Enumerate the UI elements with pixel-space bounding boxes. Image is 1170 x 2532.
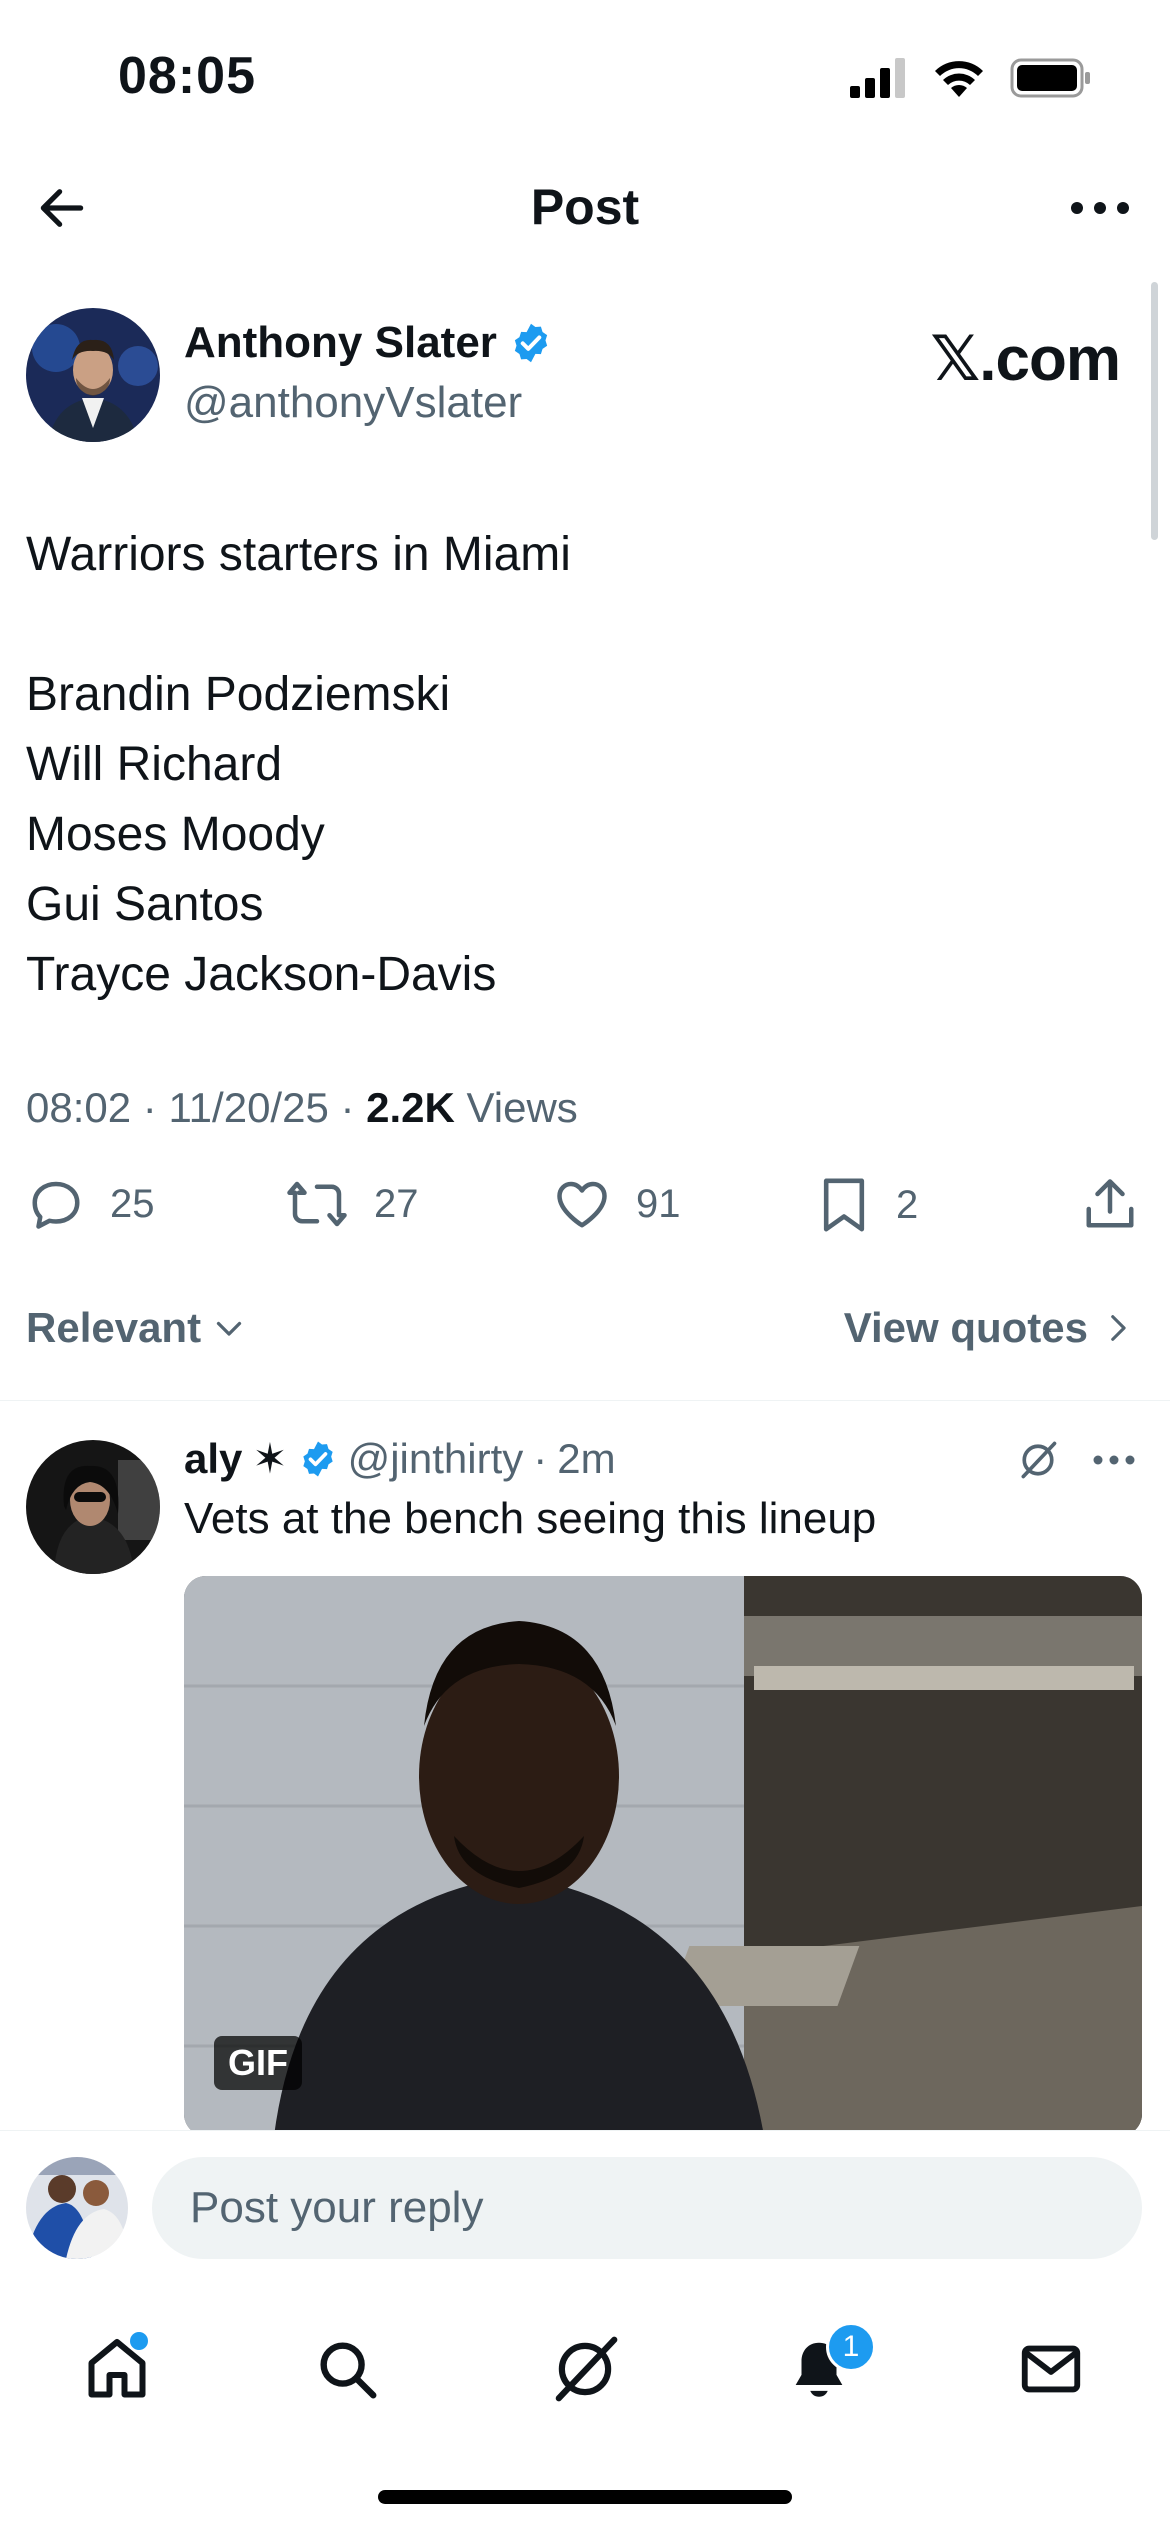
bottom-tab-bar: 1 bbox=[0, 2300, 1170, 2470]
verified-badge-icon bbox=[302, 1441, 333, 1476]
tab-messages[interactable] bbox=[1006, 2324, 1096, 2414]
author-handle[interactable]: @anthonyVslater bbox=[184, 378, 522, 428]
reply-more-button[interactable] bbox=[1086, 1432, 1142, 1488]
new-content-dot bbox=[130, 2332, 148, 2350]
reply-button[interactable]: 25 bbox=[26, 1174, 155, 1234]
top-navigation: Post bbox=[0, 160, 1170, 250]
reply-composer bbox=[0, 2130, 1170, 2300]
reply-count: 25 bbox=[110, 1181, 155, 1226]
grok-icon bbox=[555, 2336, 618, 2402]
author-avatar-image bbox=[26, 308, 160, 442]
home-indicator[interactable] bbox=[378, 2490, 792, 2504]
source-brand: 𝕏.com bbox=[930, 325, 1121, 394]
reply-separator: · bbox=[533, 1434, 548, 1482]
gif-image bbox=[184, 1576, 1142, 2136]
post-date: 11/20/25 bbox=[168, 1084, 329, 1131]
tab-search[interactable] bbox=[302, 2324, 392, 2414]
grok-icon bbox=[1021, 1441, 1057, 1479]
repost-count: 27 bbox=[374, 1181, 419, 1226]
mail-icon bbox=[1021, 2345, 1081, 2393]
gif-badge: GIF bbox=[214, 2036, 302, 2090]
repost-button[interactable]: 27 bbox=[284, 1174, 419, 1234]
post-text-line: Moses Moody bbox=[26, 808, 325, 861]
repost-icon bbox=[287, 1181, 347, 1227]
more-horizontal-icon bbox=[1071, 202, 1129, 214]
reply-author-avatar[interactable] bbox=[26, 1440, 160, 1574]
reply-input[interactable] bbox=[152, 2157, 1142, 2259]
post-text-line: Will Richard bbox=[26, 738, 283, 791]
reply-avatar-image bbox=[26, 1440, 160, 1574]
battery-icon bbox=[1010, 58, 1090, 98]
like-count: 91 bbox=[636, 1181, 681, 1226]
reply-text: Vets at the bench seeing this lineup bbox=[184, 1494, 877, 1543]
view-quotes-label: View quotes bbox=[843, 1304, 1088, 1351]
tab-home[interactable] bbox=[72, 2324, 162, 2414]
current-user-avatar[interactable] bbox=[26, 2157, 128, 2259]
post-time: 08:02 bbox=[26, 1084, 132, 1131]
reply-icon bbox=[32, 1181, 80, 1229]
post-text-line: Trayce Jackson-Davis bbox=[26, 948, 497, 1001]
meta-separator: · bbox=[340, 1084, 367, 1131]
like-button[interactable]: 91 bbox=[552, 1174, 681, 1234]
bookmark-count: 2 bbox=[896, 1182, 919, 1227]
chevron-right-icon bbox=[1111, 1315, 1126, 1341]
more-options-button[interactable] bbox=[1060, 174, 1140, 242]
scrollbar-thumb[interactable] bbox=[1151, 282, 1158, 540]
divider bbox=[0, 1400, 1170, 1401]
search-icon bbox=[320, 2342, 377, 2399]
tab-notifications[interactable]: 1 bbox=[774, 2322, 876, 2414]
post-text: Warriors starters in Miami Brandin Podzi… bbox=[26, 520, 1126, 1010]
sort-dropdown[interactable]: Relevant bbox=[26, 1304, 247, 1352]
share-button[interactable] bbox=[1080, 1174, 1140, 1234]
reply-author-handle[interactable]: @jinthirty bbox=[348, 1435, 524, 1483]
reply-name-suffix: ✶ bbox=[252, 1435, 288, 1482]
post-text-line: Warriors starters in Miami bbox=[26, 528, 571, 581]
status-icons bbox=[850, 56, 1092, 100]
post-action-bar: 25 27 91 2 bbox=[0, 1170, 1170, 1250]
views-label[interactable]: Views bbox=[467, 1084, 578, 1131]
notifications-badge: 1 bbox=[826, 2322, 876, 2372]
page-title: Post bbox=[530, 179, 640, 235]
grok-button[interactable] bbox=[1010, 1432, 1066, 1488]
tab-grok[interactable] bbox=[540, 2324, 630, 2414]
view-quotes-link[interactable]: View quotes bbox=[844, 1304, 1134, 1352]
sort-label: Relevant bbox=[26, 1304, 202, 1351]
more-horizontal-icon bbox=[1093, 1455, 1135, 1465]
post-meta: 08:02 · 11/20/25 · 2.2K Views bbox=[26, 1084, 578, 1132]
current-user-avatar-image bbox=[26, 2157, 128, 2259]
status-bar: 08:05 bbox=[0, 0, 1170, 150]
author-avatar[interactable] bbox=[26, 308, 160, 442]
bookmark-button[interactable]: 2 bbox=[816, 1174, 918, 1236]
verified-badge-icon bbox=[514, 323, 548, 363]
post-text-line: Brandin Podziemski bbox=[26, 668, 451, 721]
views-count[interactable]: 2.2K bbox=[366, 1084, 455, 1131]
reply-author-name[interactable]: aly bbox=[184, 1435, 242, 1483]
author-name-row[interactable]: Anthony Slater bbox=[184, 318, 553, 368]
chevron-down-icon bbox=[216, 1321, 242, 1336]
wifi-icon bbox=[935, 61, 983, 97]
cellular-signal-icon bbox=[850, 58, 905, 98]
reply-header: aly ✶ @jinthirty · 2m bbox=[184, 1434, 616, 1483]
share-icon bbox=[1086, 1179, 1134, 1228]
post-text-line: Gui Santos bbox=[26, 878, 264, 931]
heart-icon bbox=[557, 1181, 607, 1228]
meta-separator: · bbox=[142, 1084, 169, 1131]
bookmark-icon bbox=[823, 1178, 865, 1232]
reply-sort-row: Relevant View quotes bbox=[0, 1298, 1170, 1368]
reply-gif-media[interactable]: GIF bbox=[184, 1576, 1142, 2136]
author-name[interactable]: Anthony Slater bbox=[184, 318, 497, 368]
reply-timestamp[interactable]: 2m bbox=[557, 1435, 615, 1483]
status-time: 08:05 bbox=[118, 47, 256, 105]
post-text-line bbox=[26, 590, 1126, 660]
